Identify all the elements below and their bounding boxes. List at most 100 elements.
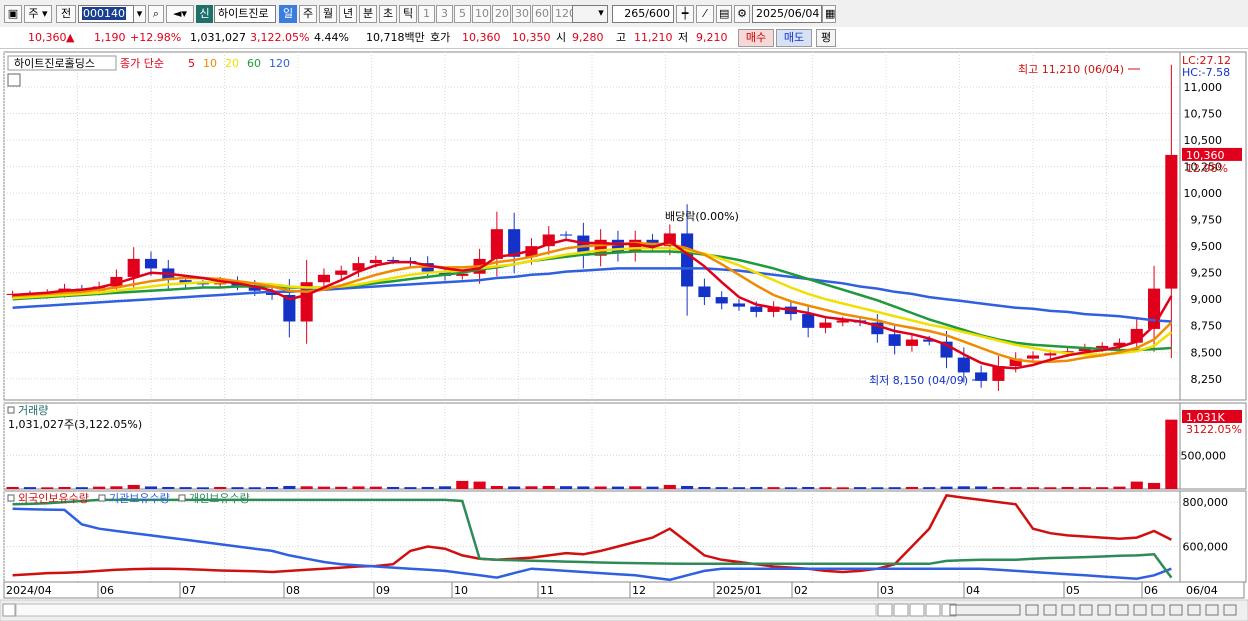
price-tick-label: 8,500	[1191, 346, 1223, 359]
candle-body	[957, 357, 970, 373]
candle-body	[127, 258, 140, 277]
volume-bar	[663, 484, 676, 489]
volume-bar	[957, 486, 970, 489]
chart-title: 하이트진로홀딩스	[14, 56, 95, 70]
change-arrow-icon: ▲	[66, 31, 75, 44]
volume-box-icon	[7, 406, 15, 414]
high-label: 고	[616, 31, 627, 44]
calendar-icon[interactable]: ▦	[822, 5, 836, 23]
period-button-1[interactable]: 주	[299, 5, 317, 23]
date-field[interactable]: 2025/06/04	[752, 5, 822, 23]
volume-bar	[1061, 486, 1074, 489]
interval-button-7[interactable]: 120	[552, 5, 573, 23]
x-axis-label: 09	[376, 584, 390, 597]
stock-code-input[interactable]: 000140	[78, 5, 134, 23]
volume-bar	[369, 486, 382, 489]
price-tick-label: 9,000	[1191, 293, 1223, 306]
x-axis-label: 11	[540, 584, 554, 597]
interval-button-3[interactable]: 10	[472, 5, 491, 23]
institution-legend: 기관보유수량	[109, 492, 170, 505]
prev-page-icon[interactable]	[909, 603, 925, 617]
interval-button-6[interactable]: 60	[532, 5, 551, 23]
candle-body	[715, 297, 728, 304]
window-menu-icon[interactable]: ▣	[4, 5, 22, 23]
stop-icon[interactable]	[925, 603, 941, 617]
ask-price: 10,360	[462, 31, 501, 44]
volume-tick-label: 500,000	[1181, 449, 1227, 462]
volume-bar	[629, 486, 642, 489]
prev-button[interactable]: 전	[56, 5, 76, 23]
interval-button-2[interactable]: 5	[454, 5, 471, 23]
price-tick-label: 8,750	[1191, 320, 1223, 333]
volume-bar	[162, 486, 175, 489]
interval-button-5[interactable]: 30	[512, 5, 531, 23]
volume-bar	[387, 486, 400, 489]
buy-button[interactable]: 매수	[738, 29, 774, 47]
period-button-5[interactable]: 초	[379, 5, 397, 23]
period-button-2[interactable]: 월	[319, 5, 337, 23]
volume-bar	[750, 486, 763, 489]
last-pct-label: 12.98%	[1186, 162, 1228, 175]
x-axis-label: 06	[100, 584, 114, 597]
volume-summary: 1,031,027주(3,122.05%)	[8, 418, 142, 431]
holdings-tick-label: 800,000	[1183, 496, 1229, 509]
scroll-right-icon[interactable]	[877, 603, 893, 617]
volume-bar	[975, 486, 988, 489]
sound-icon[interactable]: ◄▾	[166, 5, 194, 23]
search-icon[interactable]: ⌕	[148, 5, 164, 23]
candle-type-icon[interactable]: ┿	[676, 5, 694, 23]
volume-bar	[490, 485, 503, 489]
volume-bar	[6, 486, 19, 489]
code-dropdown-icon[interactable]: ▾	[134, 5, 146, 23]
volume-bar	[1009, 487, 1022, 489]
last-price-label: 10,360	[1186, 149, 1225, 162]
sell-button[interactable]: 매도	[776, 29, 812, 47]
volume-bar	[58, 486, 71, 489]
interval-dropdown-icon[interactable]: ▾	[594, 5, 608, 23]
line-tool-icon[interactable]: ⁄	[696, 5, 714, 23]
stock-chart[interactable]: 11,00010,75010,50010,25010,0009,7509,500…	[0, 48, 1248, 621]
current-price: 10,360	[28, 31, 67, 44]
individual-legend-box-icon	[178, 494, 186, 502]
volume-bar	[127, 484, 140, 489]
eval-button[interactable]: 평	[816, 29, 836, 47]
interval-button-4[interactable]: 20	[492, 5, 511, 23]
ma-legend-120: 120	[269, 57, 290, 70]
period-type-select[interactable]: 주 ▾	[24, 5, 52, 23]
next-page-icon[interactable]	[941, 603, 957, 617]
volume-bar	[784, 487, 797, 489]
candle-body	[490, 229, 503, 259]
gear-icon[interactable]: ⚙	[734, 5, 750, 23]
volume-bar	[1148, 482, 1161, 489]
volume-bar	[1165, 419, 1178, 489]
volume-bar	[179, 487, 192, 489]
volume-bar	[940, 486, 953, 489]
candle-body	[888, 334, 901, 346]
period-button-6[interactable]: 틱	[399, 5, 417, 23]
candle-body	[802, 314, 815, 328]
volume-bar	[196, 487, 209, 489]
holdings-tick-label: 600,000	[1183, 540, 1229, 553]
candle-body	[1148, 288, 1161, 329]
price-tick-label: 9,750	[1191, 214, 1223, 227]
trade-amount: 10,718백만	[366, 31, 425, 44]
save-icon[interactable]: ▤	[716, 5, 732, 23]
period-button-4[interactable]: 분	[359, 5, 377, 23]
period-button-3[interactable]: 년	[339, 5, 357, 23]
candle-body	[560, 234, 573, 236]
volume-bar	[646, 486, 659, 489]
low-annotation: 최저 8,150 (04/09)	[869, 374, 968, 387]
ma-legend-20: 20	[225, 57, 239, 70]
candle-body	[317, 274, 330, 283]
dividend-annotation: 배당락(0.00%)	[665, 210, 739, 223]
volume-bar	[1096, 487, 1109, 489]
interval-button-0[interactable]: 1	[418, 5, 435, 23]
count-field[interactable]: 265/600	[612, 5, 674, 23]
open-price: 9,280	[572, 31, 604, 44]
volume-value: 1,031,027	[190, 31, 246, 44]
volume-bar	[871, 487, 884, 489]
first-page-icon[interactable]	[893, 603, 909, 617]
interval-button-1[interactable]: 3	[436, 5, 453, 23]
price-tick-label: 8,250	[1191, 373, 1223, 386]
period-button-0[interactable]: 일	[279, 5, 297, 23]
